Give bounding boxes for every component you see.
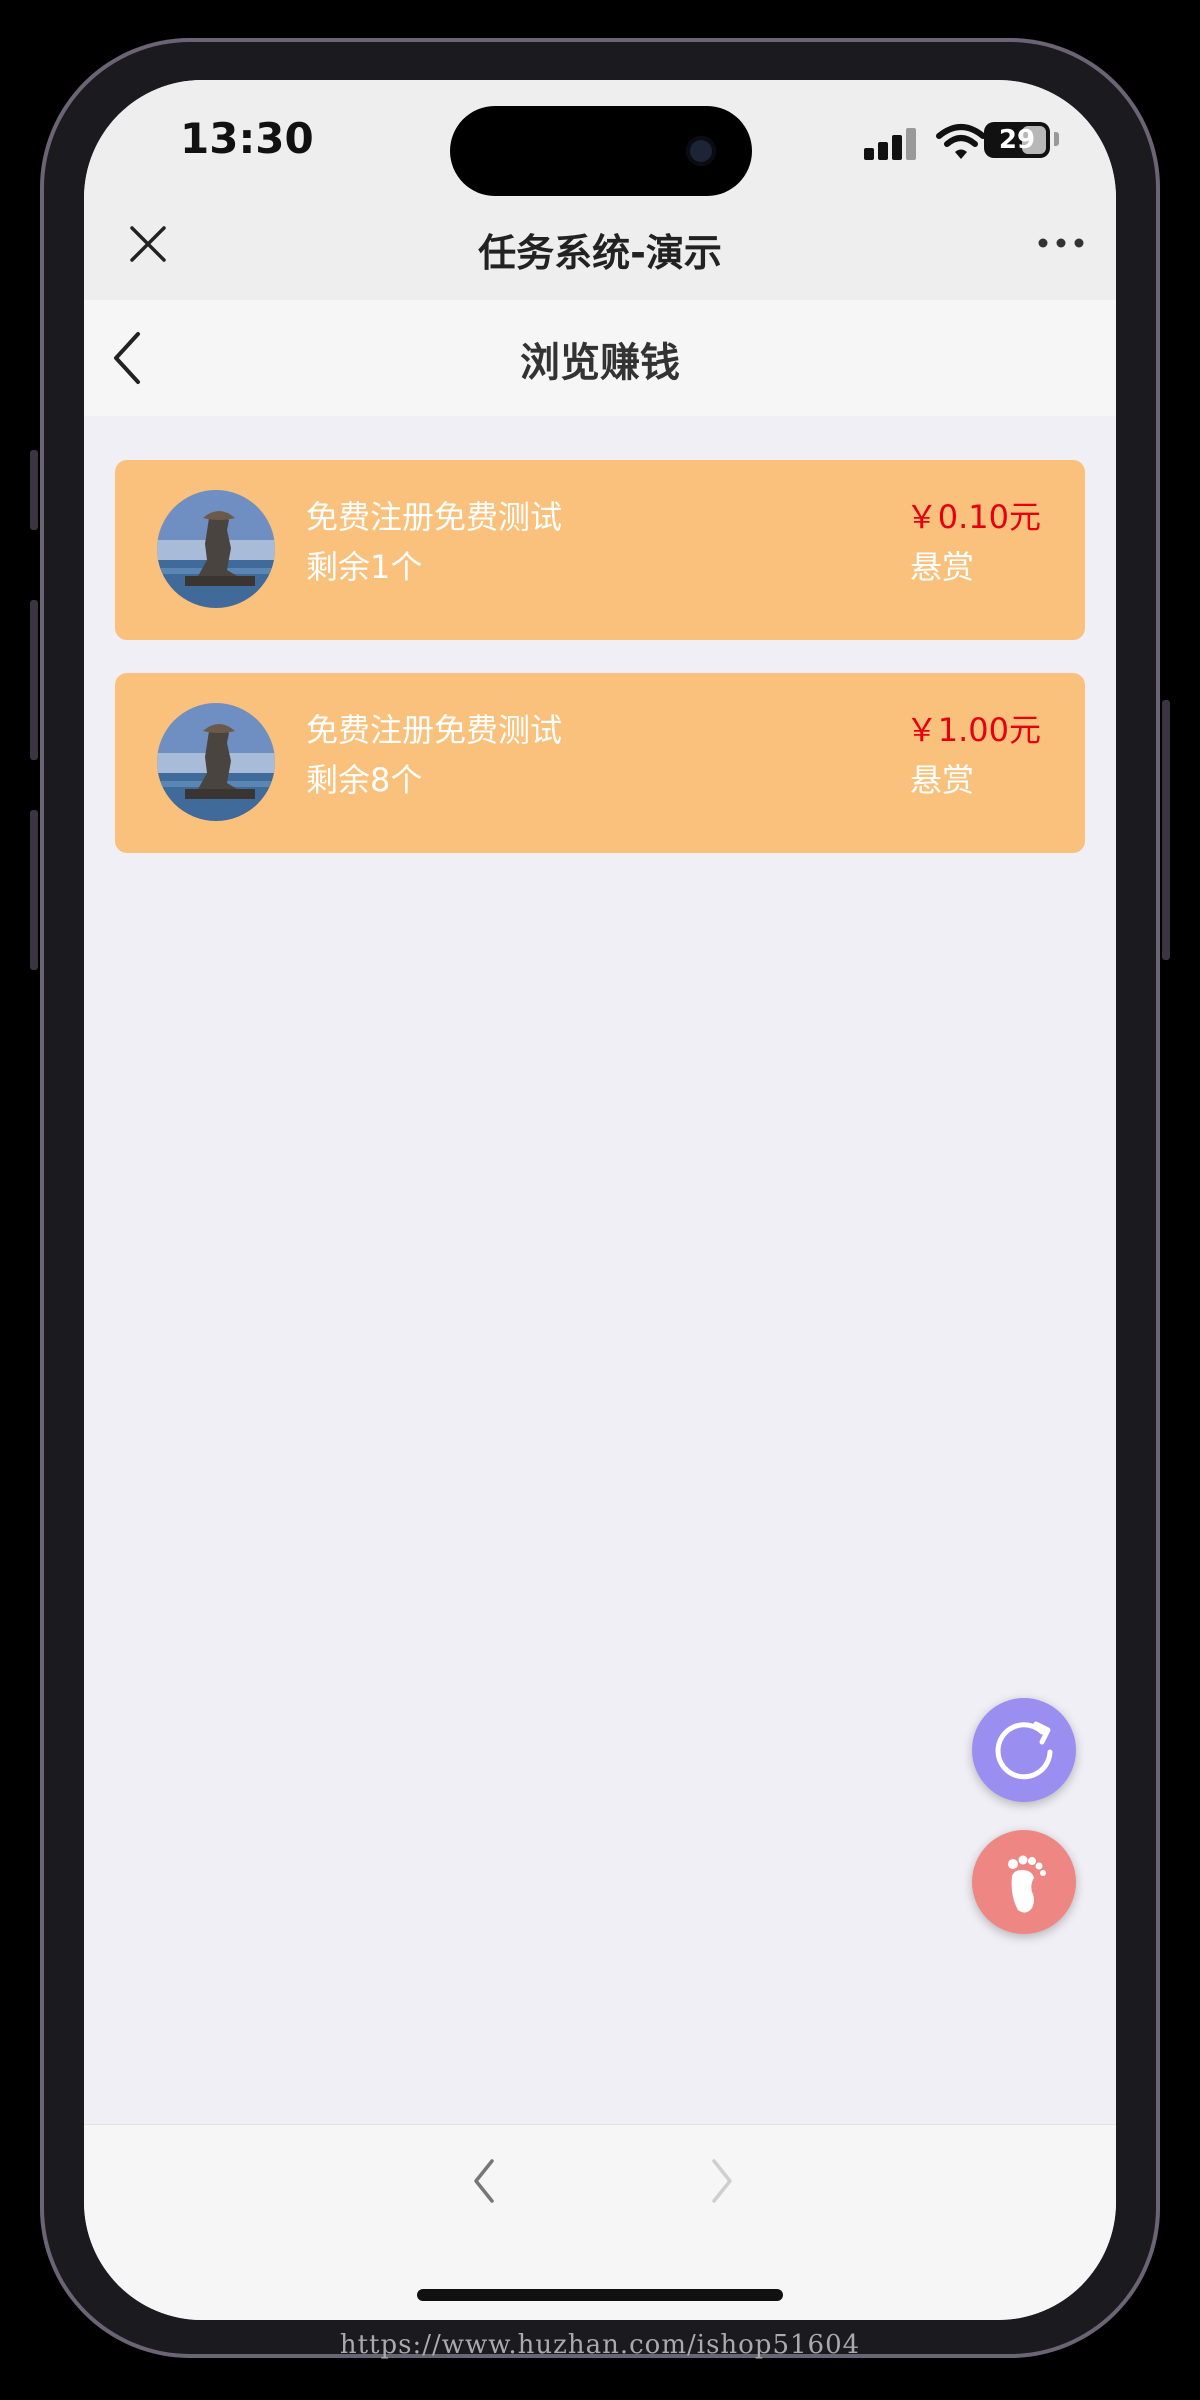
battery-icon: 29 [984, 122, 1050, 158]
task-price: ￥0.10元 [905, 498, 1041, 536]
task-avatar [157, 703, 275, 821]
action-button [30, 450, 38, 530]
home-indicator[interactable] [417, 2289, 783, 2301]
task-avatar [157, 490, 275, 608]
camera-icon [686, 136, 716, 166]
signal-icon [864, 126, 920, 160]
status-time: 13:30 [180, 114, 314, 163]
battery-cap [1054, 132, 1059, 146]
screen: 13:30 29 任务系统-演示 浏览赚钱 免费注册免费测试 剩余1个 ￥0.1… [84, 80, 1116, 2320]
volume-down-button [30, 810, 38, 970]
dynamic-island [450, 106, 752, 196]
status-bar: 13:30 29 [84, 80, 1116, 200]
power-button [1162, 700, 1170, 960]
bottom-navigation-bar [84, 2124, 1116, 2320]
mini-program-nav: 任务系统-演示 [84, 200, 1116, 300]
volume-up-button [30, 600, 38, 760]
page-title: 浏览赚钱 [520, 340, 680, 386]
footprint-button[interactable] [972, 1830, 1076, 1934]
task-remaining: 剩余8个 [306, 761, 423, 799]
task-reward-label: 悬赏 [910, 548, 975, 586]
mini-program-title: 任务系统-演示 [478, 231, 722, 275]
nav-back-button[interactable] [464, 2153, 504, 2209]
task-reward-label: 悬赏 [910, 761, 975, 799]
more-icon[interactable] [1036, 228, 1086, 258]
refresh-button[interactable] [972, 1698, 1076, 1802]
task-remaining: 剩余1个 [306, 548, 423, 586]
battery-level: 29 [998, 125, 1036, 155]
task-price: ￥1.00元 [905, 711, 1041, 749]
task-name: 免费注册免费测试 [306, 711, 563, 749]
task-name: 免费注册免费测试 [306, 498, 563, 536]
watermark: https://www.huzhan.com/ishop51604 [339, 2330, 861, 2360]
wifi-icon [936, 124, 986, 159]
nav-forward-button[interactable] [702, 2153, 742, 2209]
footprint-icon [1008, 1855, 1046, 1913]
task-card[interactable]: 免费注册免费测试 剩余8个 ￥1.00元 悬赏 [115, 673, 1085, 853]
refresh-icon [995, 1721, 1053, 1780]
page-header: 浏览赚钱 [84, 300, 1116, 416]
task-card[interactable]: 免费注册免费测试 剩余1个 ￥0.10元 悬赏 [115, 460, 1085, 640]
